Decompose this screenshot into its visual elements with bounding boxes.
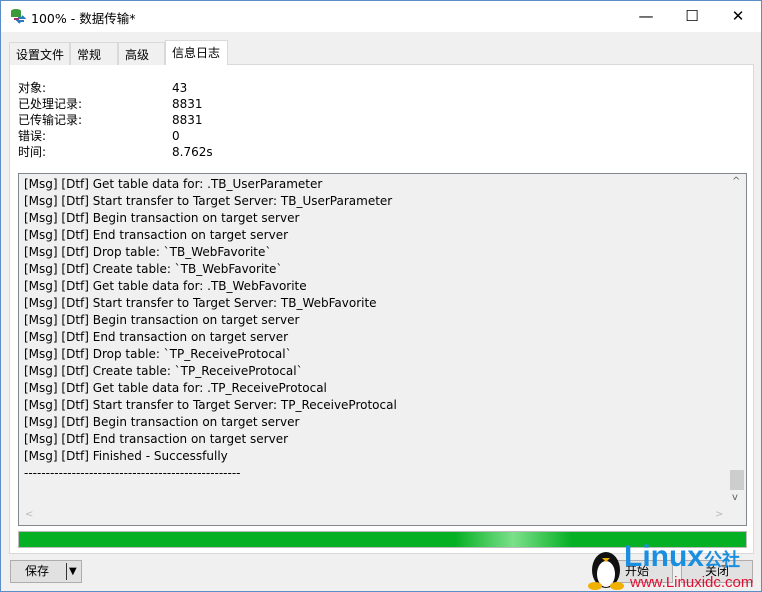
tab-general[interactable]: 常规 (70, 42, 118, 65)
close-button[interactable]: ✕ (715, 1, 761, 32)
info-values: 43 8831 8831 0 8.762s (172, 80, 213, 160)
log-line: [Msg] [Dtf] Create table: `TB_WebFavorit… (24, 262, 283, 276)
log-lines: [Msg] [Dtf] Get table data for: .TB_User… (24, 176, 397, 482)
scroll-thumb[interactable] (730, 470, 744, 490)
log-line: [Msg] [Dtf] End transaction on target se… (24, 228, 289, 242)
title-bar: 100% - 数据传输* — ☐ ✕ (1, 1, 761, 32)
time-value: 8.762s (172, 145, 213, 159)
window-title: 100% - 数据传输* (31, 11, 136, 26)
processed-label: 已处理记录: (18, 97, 83, 111)
scroll-down-icon[interactable]: v (732, 492, 738, 503)
log-line: [Msg] [Dtf] Get table data for: .TP_Rece… (24, 381, 327, 395)
save-button[interactable]: 保存 ▼ (10, 560, 82, 583)
log-line: [Msg] [Dtf] Start transfer to Target Ser… (24, 296, 377, 310)
log-line: [Msg] [Dtf] Get table data for: .TB_User… (24, 177, 323, 191)
save-label: 保存 (25, 564, 50, 578)
log-line: [Msg] [Dtf] Begin transaction on target … (24, 211, 300, 225)
log-line: [Msg] [Dtf] Start transfer to Target Ser… (24, 398, 397, 412)
objects-value: 43 (172, 81, 188, 95)
objects-label: 对象: (18, 81, 47, 95)
log-line: [Msg] [Dtf] Finished - Successfully (24, 449, 228, 463)
scroll-up-icon[interactable]: ^ (732, 176, 740, 187)
tab-advanced[interactable]: 高级 (118, 42, 165, 65)
log-textarea[interactable]: [Msg] [Dtf] Get table data for: .TB_User… (18, 173, 747, 526)
scroll-right-icon[interactable]: > (715, 509, 723, 520)
errors-label: 错误: (18, 129, 47, 143)
tab-message-log[interactable]: 信息日志 (165, 40, 228, 65)
minimize-button[interactable]: — (623, 1, 669, 32)
penguin-logo-icon (588, 552, 624, 590)
tab-profile[interactable]: 设置文件 (9, 42, 70, 65)
log-line: [Msg] [Dtf] Get table data for: .TB_WebF… (24, 279, 307, 293)
log-line: [Msg] [Dtf] Start transfer to Target Ser… (24, 194, 393, 208)
log-line: [Msg] [Dtf] Create table: `TP_ReceivePro… (24, 364, 303, 378)
transferred-label: 已传输记录: (18, 113, 83, 127)
scroll-left-icon[interactable]: < (25, 509, 33, 520)
processed-value: 8831 (172, 97, 203, 111)
vertical-scrollbar[interactable]: ^ v (728, 174, 746, 508)
log-line: [Msg] [Dtf] Drop table: `TP_ReceiveProto… (24, 347, 292, 361)
transferred-value: 8831 (172, 113, 203, 127)
info-labels: 对象: 已处理记录: 已传输记录: 错误: 时间: (18, 80, 82, 160)
maximize-button[interactable]: ☐ (669, 1, 715, 32)
linuxidc-watermark: Linux公社 www.Linuxidc.com (586, 540, 761, 592)
horizontal-scrollbar[interactable]: < > (19, 507, 728, 525)
log-line: [Msg] [Dtf] End transaction on target se… (24, 432, 289, 446)
time-label: 时间: (18, 145, 47, 159)
log-line: [Msg] [Dtf] Begin transaction on target … (24, 415, 300, 429)
log-line: ----------------------------------------… (24, 466, 241, 480)
errors-value: 0 (172, 129, 180, 143)
log-line: [Msg] [Dtf] End transaction on target se… (24, 330, 289, 344)
data-transfer-icon (11, 9, 26, 24)
dropdown-arrow-icon[interactable]: ▼ (69, 561, 77, 582)
log-line: [Msg] [Dtf] Begin transaction on target … (24, 313, 300, 327)
log-line: [Msg] [Dtf] Drop table: `TB_WebFavorite` (24, 245, 272, 259)
